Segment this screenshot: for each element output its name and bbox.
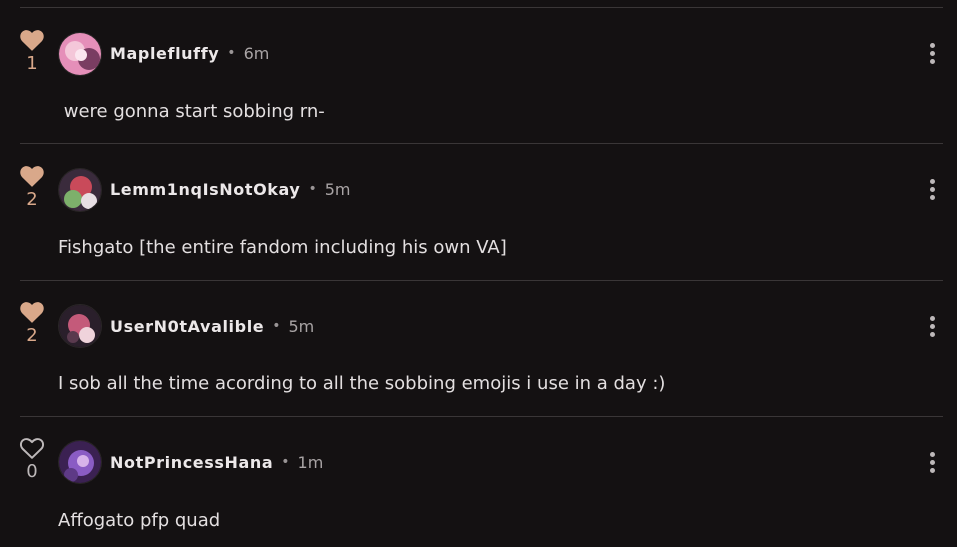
avatar-image — [59, 33, 101, 75]
like-control[interactable]: 2 — [17, 300, 47, 346]
comment-item: 1 Maplefluffy • 6m were gonna start sobb… — [0, 8, 957, 144]
username[interactable]: Lemm1nqIsNotOkay — [110, 180, 300, 199]
heart-outline-icon[interactable] — [18, 436, 46, 460]
username[interactable]: UserN0tAvalible — [110, 317, 264, 336]
avatar[interactable] — [58, 440, 102, 484]
like-control[interactable]: 1 — [17, 28, 47, 74]
meta-separator: • — [281, 454, 290, 470]
avatar-image — [59, 441, 101, 483]
like-count: 2 — [26, 189, 38, 210]
avatar[interactable] — [58, 168, 102, 212]
timestamp: 1m — [297, 452, 324, 472]
comment-text: I sob all the time acording to all the s… — [58, 373, 666, 394]
meta-separator: • — [227, 45, 236, 61]
more-options-button[interactable] — [926, 179, 938, 203]
more-options-button[interactable] — [926, 43, 938, 67]
comment-meta: NotPrincessHana • 1m — [110, 450, 323, 474]
comment-meta: Lemm1nqIsNotOkay • 5m — [110, 177, 350, 201]
heart-icon[interactable] — [18, 300, 46, 324]
like-control[interactable]: 2 — [17, 164, 47, 210]
more-options-button[interactable] — [926, 316, 938, 340]
comment-text: Affogato pfp quad — [58, 510, 221, 531]
comment-item: 0 NotPrincessHana • 1m Affogato pfp quad — [0, 416, 957, 547]
timestamp: 5m — [324, 179, 351, 199]
username[interactable]: NotPrincessHana — [110, 453, 273, 472]
comment-feed: 1 Maplefluffy • 6m were gonna start sobb… — [0, 0, 957, 547]
more-vertical-icon — [929, 43, 935, 48]
comment-meta: UserN0tAvalible • 5m — [110, 314, 314, 338]
heart-icon[interactable] — [18, 164, 46, 188]
avatar[interactable] — [58, 32, 102, 76]
meta-separator: • — [272, 318, 281, 334]
comment-text: were gonna start sobbing rn- — [58, 101, 325, 122]
more-vertical-icon — [929, 452, 935, 457]
comment-item: 2 Lemm1nqIsNotOkay • 5m Fishgato [the en… — [0, 144, 957, 280]
comment-meta: Maplefluffy • 6m — [110, 41, 269, 65]
more-vertical-icon — [929, 179, 935, 184]
like-count: 1 — [26, 53, 38, 74]
more-options-button[interactable] — [926, 452, 938, 476]
more-vertical-icon — [929, 316, 935, 321]
like-count: 0 — [26, 461, 38, 482]
comment-item: 2 UserN0tAvalible • 5m I sob all the tim… — [0, 280, 957, 416]
timestamp: 6m — [243, 43, 270, 63]
timestamp: 5m — [288, 316, 315, 336]
avatar-image — [59, 305, 101, 347]
avatar[interactable] — [58, 304, 102, 348]
like-count: 2 — [26, 325, 38, 346]
heart-icon[interactable] — [18, 28, 46, 52]
meta-separator: • — [308, 181, 317, 197]
username[interactable]: Maplefluffy — [110, 44, 219, 63]
avatar-image — [59, 169, 101, 211]
like-control[interactable]: 0 — [17, 436, 47, 482]
comment-text: Fishgato [the entire fandom including hi… — [58, 237, 507, 258]
